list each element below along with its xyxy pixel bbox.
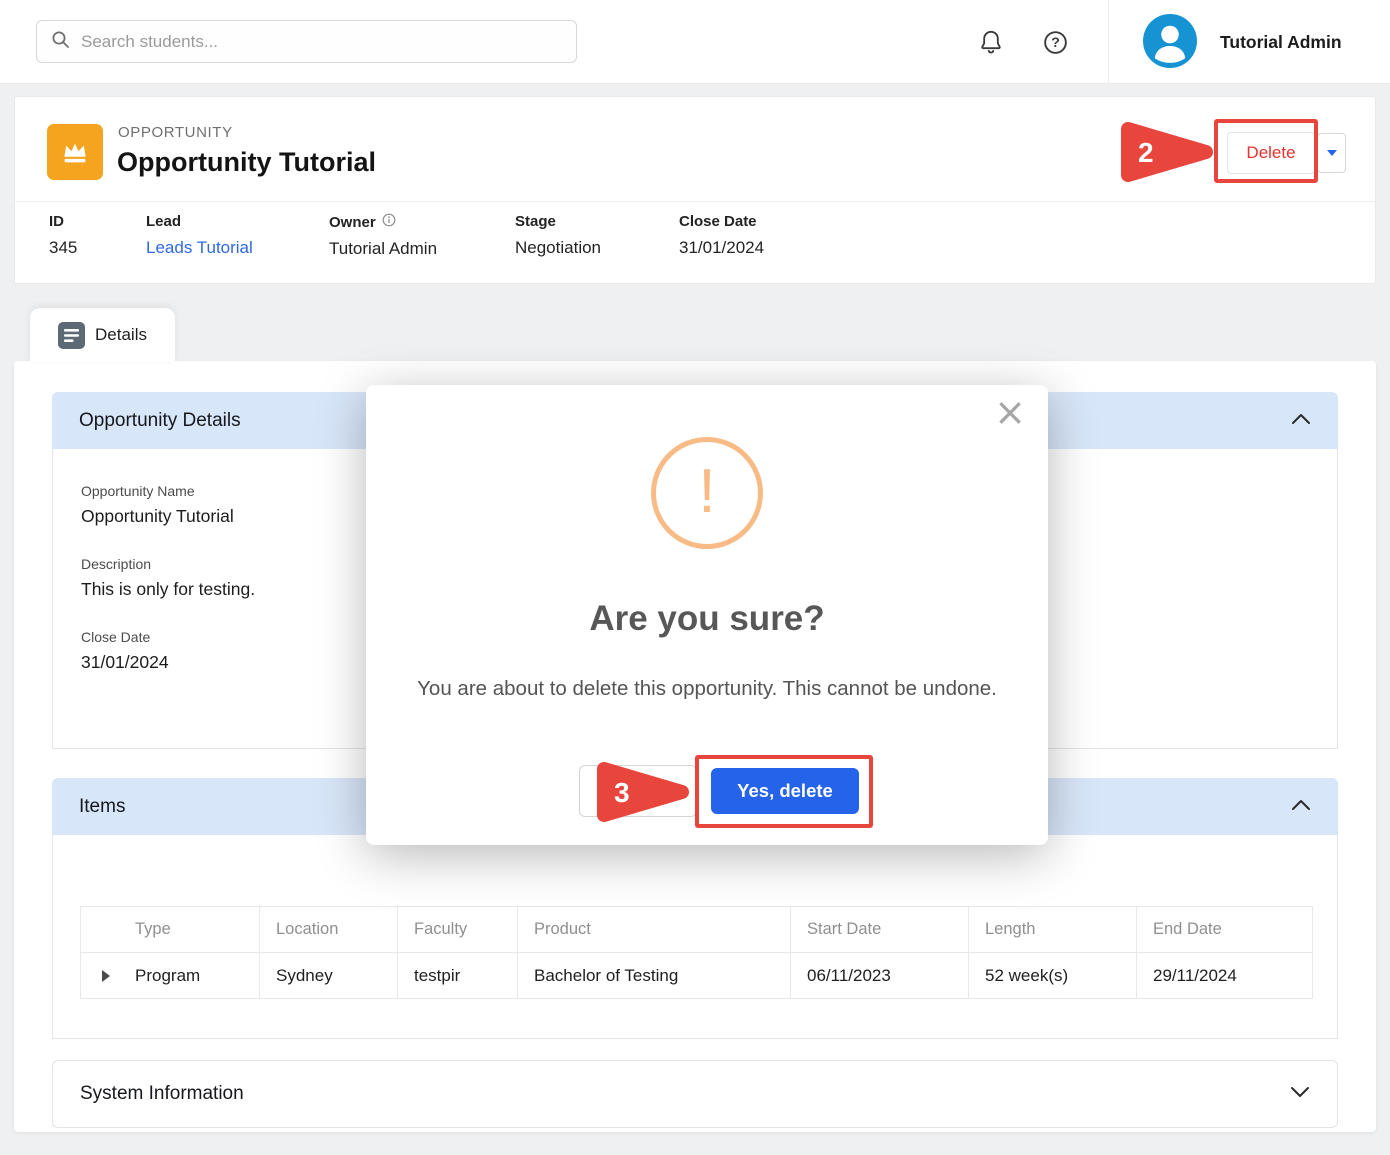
- field-close-date-value: 31/01/2024: [679, 238, 764, 258]
- cell-length: 52 week(s): [969, 953, 1137, 999]
- col-type: Type: [81, 907, 260, 953]
- user-name[interactable]: Tutorial Admin: [1220, 0, 1342, 84]
- field-stage-value: Negotiation: [515, 238, 601, 258]
- field-close-date: Close Date 31/01/2024: [679, 213, 764, 258]
- cell-location: Sydney: [260, 953, 398, 999]
- cancel-button[interactable]: [579, 765, 697, 817]
- table-row[interactable]: Program Sydney testpir Bachelor of Testi…: [81, 953, 1313, 999]
- field-close-date-label: Close Date: [679, 213, 764, 230]
- tab-details-label: Details: [95, 325, 147, 345]
- system-information-title: System Information: [80, 1083, 244, 1105]
- field-owner-label: Owner: [329, 214, 376, 231]
- field-lead: Lead Leads Tutorial: [146, 213, 253, 258]
- items-body: Type Location Faculty Product Start Date…: [52, 835, 1338, 1039]
- header-divider: [15, 201, 1375, 202]
- items-table: Type Location Faculty Product Start Date…: [80, 906, 1313, 999]
- col-product: Product: [518, 907, 791, 953]
- field-id: ID 345: [49, 213, 77, 258]
- field-stage-label: Stage: [515, 213, 601, 230]
- record-header-card: OPPORTUNITY Opportunity Tutorial Delete …: [14, 96, 1376, 284]
- warning-icon: !: [651, 437, 763, 549]
- page-title: Opportunity Tutorial: [117, 147, 376, 178]
- col-end-date: End Date: [1137, 907, 1313, 953]
- cell-faculty: testpir: [398, 953, 518, 999]
- help-icon[interactable]: ?: [1035, 22, 1075, 62]
- modal-title: Are you sure?: [366, 599, 1048, 639]
- chevron-down-icon: [1290, 1083, 1310, 1105]
- col-faculty: Faculty: [398, 907, 518, 953]
- chevron-down-icon: [1327, 150, 1337, 156]
- search-box[interactable]: [36, 20, 577, 63]
- entity-type-label: OPPORTUNITY: [118, 124, 233, 141]
- search-icon: [51, 30, 70, 54]
- search-input[interactable]: [81, 32, 562, 52]
- cell-type-value: Program: [135, 966, 200, 985]
- row-expand-icon[interactable]: [102, 970, 110, 982]
- field-stage: Stage Negotiation: [515, 213, 601, 258]
- opportunity-details-title: Opportunity Details: [79, 410, 241, 432]
- col-location: Location: [260, 907, 398, 953]
- field-lead-label: Lead: [146, 213, 253, 230]
- items-title: Items: [79, 796, 125, 818]
- opportunity-crown-icon: [47, 124, 103, 180]
- col-start-date: Start Date: [791, 907, 969, 953]
- items-table-header-row: Type Location Faculty Product Start Date…: [81, 907, 1313, 953]
- modal-message: You are about to delete this opportunity…: [407, 674, 1007, 704]
- col-length: Length: [969, 907, 1137, 953]
- lead-link[interactable]: Leads Tutorial: [146, 238, 253, 258]
- field-owner-value: Tutorial Admin: [329, 239, 437, 259]
- confirm-delete-button[interactable]: Yes, delete: [711, 768, 859, 814]
- field-id-label: ID: [49, 213, 77, 230]
- cell-end-date: 29/11/2024: [1137, 953, 1313, 999]
- actions-dropdown-button[interactable]: [1317, 133, 1346, 173]
- section-system-information[interactable]: System Information: [52, 1060, 1338, 1128]
- svg-text:?: ?: [1051, 34, 1060, 50]
- info-icon[interactable]: [382, 213, 396, 231]
- confirm-delete-modal: × ! Are you sure? You are about to delet…: [366, 385, 1048, 845]
- chevron-up-icon: [1291, 796, 1311, 818]
- chevron-up-icon: [1291, 410, 1311, 432]
- notifications-bell-icon[interactable]: [971, 22, 1011, 62]
- delete-button[interactable]: Delete: [1227, 132, 1315, 174]
- cell-product: Bachelor of Testing: [518, 953, 791, 999]
- top-bar: ? Tutorial Admin: [0, 0, 1390, 84]
- cell-type: Program: [81, 953, 260, 999]
- topbar-divider: [1108, 0, 1109, 84]
- close-icon[interactable]: ×: [994, 393, 1026, 431]
- field-owner: Owner Tutorial Admin: [329, 213, 437, 259]
- details-tab-icon: [58, 322, 85, 349]
- page: ? Tutorial Admin OPPORTUNITY Opportunity…: [0, 0, 1390, 1155]
- cell-start-date: 06/11/2023: [791, 953, 969, 999]
- tab-details[interactable]: Details: [30, 308, 175, 362]
- field-id-value: 345: [49, 238, 77, 258]
- user-avatar[interactable]: [1143, 14, 1197, 68]
